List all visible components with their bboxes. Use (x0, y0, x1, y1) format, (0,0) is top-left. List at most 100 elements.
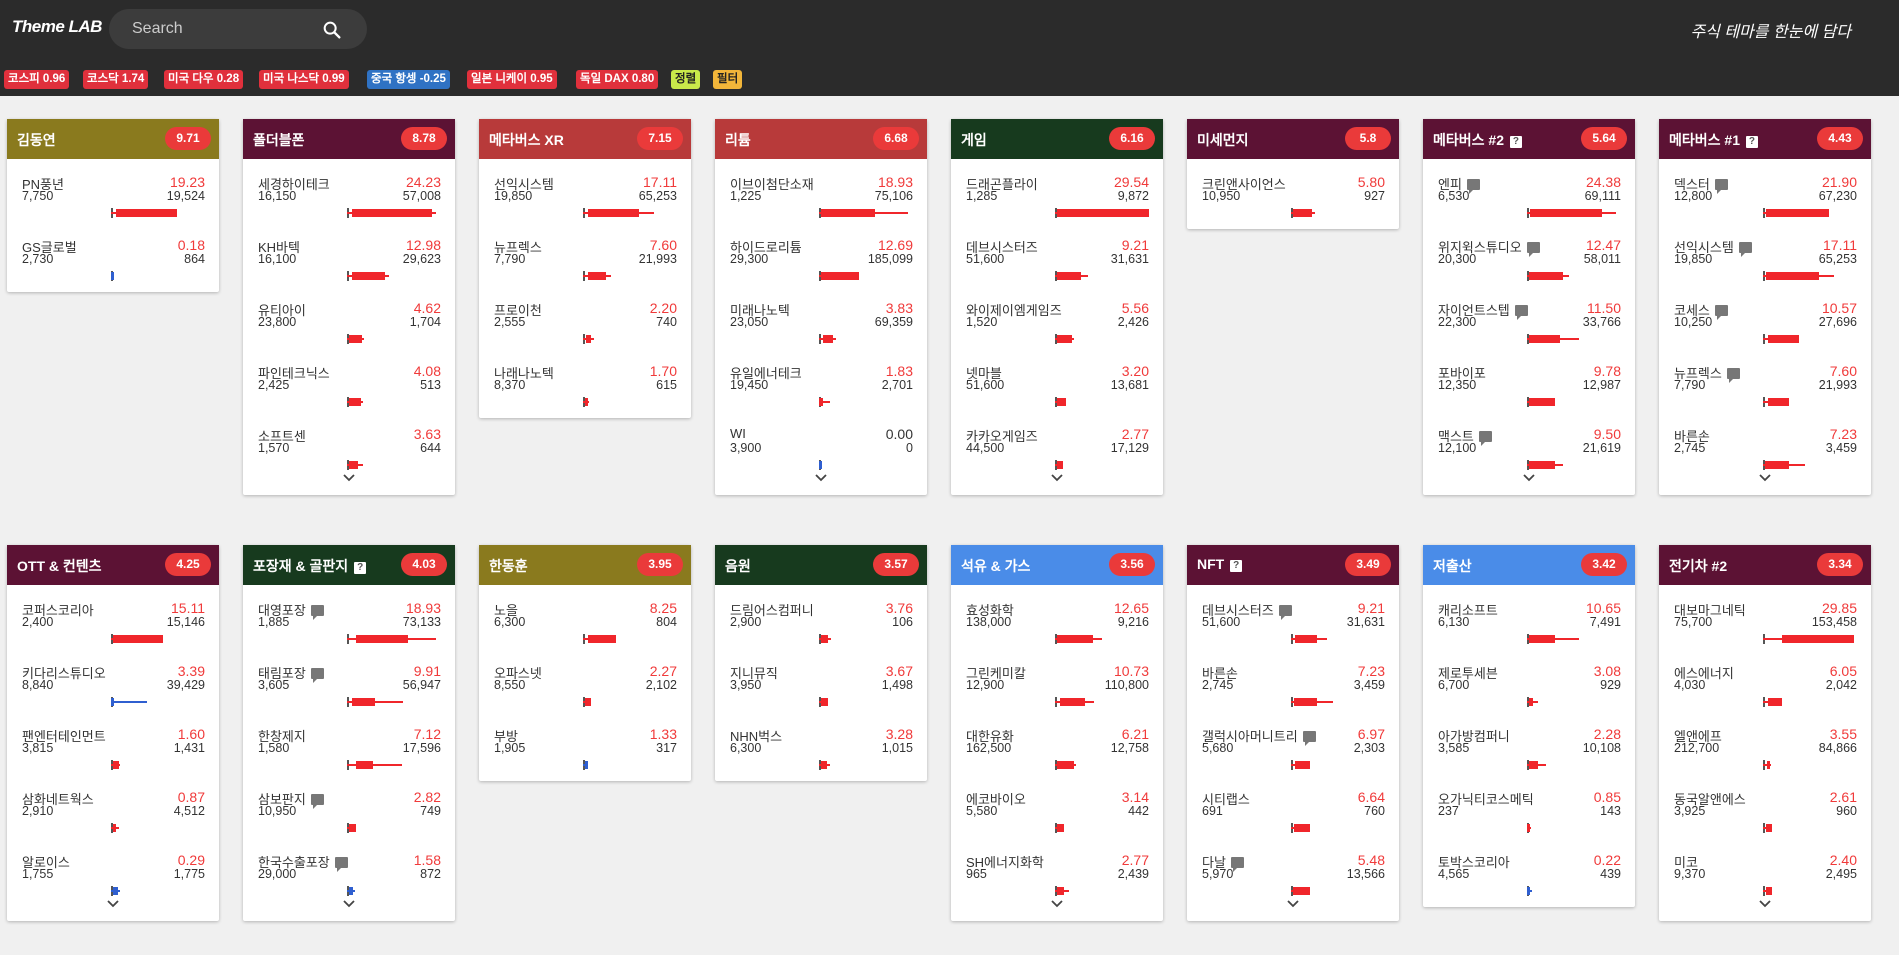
stock-row[interactable]: 선익시스템 19,850 17.11 65,253 (1659, 237, 1871, 297)
stock-row[interactable]: 오가닉티코스메틱 237 0.85 143 (1423, 789, 1635, 849)
index-chip[interactable]: 코스닥 1.74 (83, 70, 149, 89)
comment-icon[interactable] (1278, 605, 1292, 620)
expand-chevron-icon[interactable] (342, 473, 356, 483)
theme-header[interactable]: 메타버스 XR 7.15 (479, 119, 691, 159)
index-chip[interactable]: 중국 항셍 -0.25 (367, 70, 450, 89)
theme-title[interactable]: 메타버스 XR (489, 130, 564, 150)
stock-row[interactable]: GS글로벌 2,730 0.18 864 (7, 237, 219, 297)
stock-row[interactable]: 오파스넷 8,550 2.27 2,102 (479, 663, 691, 723)
expand-chevron-icon[interactable] (1050, 899, 1064, 909)
comment-icon[interactable] (1714, 179, 1728, 194)
theme-header[interactable]: 메타버스 #1? 4.43 (1659, 119, 1871, 159)
stock-row[interactable]: 세경하이테크 16,150 24.23 57,008 (243, 174, 455, 234)
stock-row[interactable]: 엘앤에프 212,700 3.55 84,866 (1659, 726, 1871, 786)
theme-card[interactable]: NFT? 3.49 데브시스터즈 51,600 9.21 31,631 바른손 2,745 7.… (1187, 545, 1399, 921)
theme-title[interactable]: 게임 (961, 130, 987, 150)
comment-icon[interactable] (1514, 305, 1528, 320)
stock-row[interactable]: 팬엔터테인먼트 3,815 1.60 1,431 (7, 726, 219, 786)
theme-header[interactable]: 리튬 6.68 (715, 119, 927, 159)
stock-row[interactable]: 엔피 6,530 24.38 69,111 (1423, 174, 1635, 234)
stock-row[interactable]: 에코바이오 5,580 3.14 442 (951, 789, 1163, 849)
stock-name-text[interactable]: WI (730, 426, 746, 441)
theme-card[interactable]: 메타버스 #2? 5.64 엔피 6,530 24.38 69,111 위지윅스튜디오 20,… (1423, 119, 1635, 495)
help-icon[interactable]: ? (354, 562, 367, 574)
index-chip[interactable]: 필터 (713, 70, 743, 89)
stock-row[interactable]: 위지윅스튜디오 20,300 12.47 58,011 (1423, 237, 1635, 297)
theme-card[interactable]: 게임 6.16 드래곤플라이 1,285 29.54 9,872 데브시스터즈 51,600 9… (951, 119, 1163, 495)
stock-row[interactable]: 나래나노텍 8,370 1.70 615 (479, 363, 691, 423)
comment-icon[interactable] (1302, 731, 1316, 746)
stock-row[interactable]: KH바텍 16,100 12.98 29,623 (243, 237, 455, 297)
stock-row[interactable]: 그린케미칼 12,900 10.73 110,800 (951, 663, 1163, 723)
theme-header[interactable]: 미세먼지 5.8 (1187, 119, 1399, 159)
comment-icon[interactable] (310, 794, 324, 809)
theme-card[interactable]: 석유 & 가스 3.56 효성화학 138,000 12.65 9,216 그린케미칼 12,… (951, 545, 1163, 921)
expand-chevron-icon[interactable] (1758, 899, 1772, 909)
theme-title[interactable]: 리튬 (725, 130, 751, 150)
stock-row[interactable]: 유티아이 23,800 4.62 1,704 (243, 300, 455, 360)
app-logo[interactable]: Theme LAB (12, 17, 102, 37)
theme-card[interactable]: 한동훈 3.95 노을 6,300 8.25 804 오파스넷 8,550 2.27 2,102 부… (479, 545, 691, 781)
index-chip[interactable]: 독일 DAX 0.80 (576, 70, 659, 89)
theme-card[interactable]: 음원 3.57 드림어스컴퍼니 2,900 3.76 106 지니뮤직 3,950 3.67 1,… (715, 545, 927, 781)
stock-row[interactable]: 이브이첨단소재 1,225 18.93 75,106 (715, 174, 927, 234)
stock-row[interactable]: 자이언트스텝 22,300 11.50 33,766 (1423, 300, 1635, 360)
stock-row[interactable]: 포바이포 12,350 9.78 12,987 (1423, 363, 1635, 423)
stock-row[interactable]: 넷마블 51,600 3.20 13,681 (951, 363, 1163, 423)
expand-chevron-icon[interactable] (106, 899, 120, 909)
stock-row[interactable]: 삼화네트웍스 2,910 0.87 4,512 (7, 789, 219, 849)
comment-icon[interactable] (1738, 242, 1752, 257)
theme-title[interactable]: 김동연 (17, 130, 56, 150)
help-icon[interactable]: ? (1509, 136, 1522, 148)
theme-header[interactable]: OTT & 컨텐츠 4.25 (7, 545, 219, 585)
theme-title[interactable]: 폴더블폰 (253, 130, 305, 150)
stock-row[interactable]: 뉴프렉스 7,790 7.60 21,993 (1659, 363, 1871, 423)
stock-row[interactable]: 하이드로리튬 29,300 12.69 185,099 (715, 237, 927, 297)
theme-title[interactable]: 전기차 #2 (1669, 556, 1727, 576)
stock-row[interactable]: 제로투세븐 6,700 3.08 929 (1423, 663, 1635, 723)
comment-icon[interactable] (310, 668, 324, 683)
stock-row[interactable]: NHN벅스 6,300 3.28 1,015 (715, 726, 927, 786)
stock-row[interactable]: 데브시스터즈 51,600 9.21 31,631 (951, 237, 1163, 297)
theme-title[interactable]: 포장재 & 골판지? (253, 556, 367, 576)
stock-row[interactable]: 토박스코리아 4,565 0.22 439 (1423, 852, 1635, 912)
index-chip[interactable]: 미국 다우 0.28 (164, 70, 244, 89)
stock-row[interactable]: 태림포장 3,605 9.91 56,947 (243, 663, 455, 723)
stock-row[interactable]: 에스에너지 4,030 6.05 2,042 (1659, 663, 1871, 723)
theme-card[interactable]: OTT & 컨텐츠 4.25 코퍼스코리아 2,400 15.11 15,146 키다리스튜… (7, 545, 219, 921)
expand-chevron-icon[interactable] (1522, 473, 1536, 483)
stock-row[interactable]: 지니뮤직 3,950 3.67 1,498 (715, 663, 927, 723)
comment-icon[interactable] (1526, 242, 1540, 257)
theme-title[interactable]: 메타버스 #1? (1669, 130, 1758, 150)
stock-row[interactable]: 드래곤플라이 1,285 29.54 9,872 (951, 174, 1163, 234)
expand-chevron-icon[interactable] (814, 473, 828, 483)
expand-chevron-icon[interactable] (342, 899, 356, 909)
stock-row[interactable]: 코세스 10,250 10.57 27,696 (1659, 300, 1871, 360)
comment-icon[interactable] (1714, 305, 1728, 320)
theme-header[interactable]: 전기차 #2 3.34 (1659, 545, 1871, 585)
stock-row[interactable]: 크린앤사이언스 10,950 5.80 927 (1187, 174, 1399, 234)
theme-header[interactable]: 저출산 3.42 (1423, 545, 1635, 585)
theme-title[interactable]: OTT & 컨텐츠 (17, 556, 102, 576)
stock-row[interactable]: 유일에너테크 19,450 1.83 2,701 (715, 363, 927, 423)
stock-row[interactable]: 대한유화 162,500 6.21 12,758 (951, 726, 1163, 786)
theme-title[interactable]: 메타버스 #2? (1433, 130, 1522, 150)
comment-icon[interactable] (1478, 431, 1492, 446)
stock-row[interactable]: 선익시스템 19,850 17.11 65,253 (479, 174, 691, 234)
stock-row[interactable]: 데브시스터즈 51,600 9.21 31,631 (1187, 600, 1399, 660)
theme-header[interactable]: 포장재 & 골판지? 4.03 (243, 545, 455, 585)
theme-card[interactable]: 폴더블폰 8.78 세경하이테크 16,150 24.23 57,008 KH바텍 16,10… (243, 119, 455, 495)
theme-card[interactable]: 리튬 6.68 이브이첨단소재 1,225 18.93 75,106 하이드로리튬 29,30… (715, 119, 927, 495)
stock-row[interactable]: 바른손 2,745 7.23 3,459 (1187, 663, 1399, 723)
index-chip[interactable]: 코스피 0.96 (4, 70, 70, 89)
stock-row[interactable]: 키다리스튜디오 8,840 3.39 39,429 (7, 663, 219, 723)
index-chip[interactable]: 미국 나스닥 0.99 (259, 70, 349, 89)
stock-row[interactable]: 뉴프렉스 7,790 7.60 21,993 (479, 237, 691, 297)
expand-chevron-icon[interactable] (1050, 473, 1064, 483)
stock-row[interactable]: 미래나노텍 23,050 3.83 69,359 (715, 300, 927, 360)
stock-row[interactable]: 코퍼스코리아 2,400 15.11 15,146 (7, 600, 219, 660)
theme-card[interactable]: 전기차 #2 3.34 대보마그네틱 75,700 29.85 153,458 에스에너지 4… (1659, 545, 1871, 921)
stock-row[interactable]: 드림어스컴퍼니 2,900 3.76 106 (715, 600, 927, 660)
theme-header[interactable]: 석유 & 가스 3.56 (951, 545, 1163, 585)
stock-row[interactable]: PN풍년 7,750 19.23 19,524 (7, 174, 219, 234)
